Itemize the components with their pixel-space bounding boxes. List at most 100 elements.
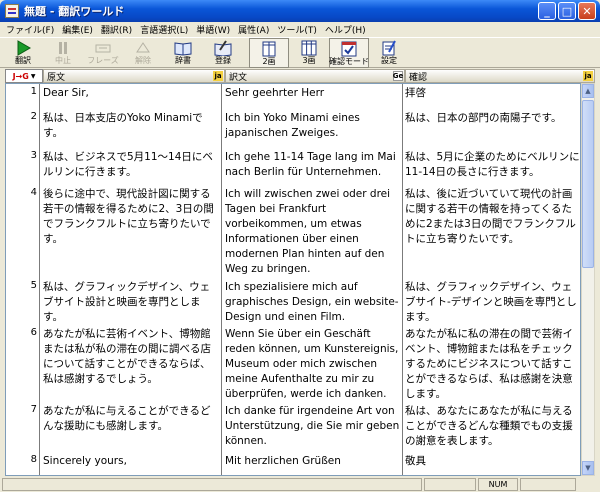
review-cell[interactable]: 私は、後に近づいていて現代の計画に関する若干の情報を持ってくるために2または3日… [405, 187, 580, 247]
target-cell[interactable]: Ich danke für irgendeine Art von Unterst… [225, 404, 401, 449]
review-cell[interactable]: 私は、あなたにあなたが私に与えることができるどんな種類でもの支援の謝意を表します… [405, 404, 580, 449]
review-column-title: 確認 [409, 72, 428, 83]
column-divider [39, 84, 40, 475]
target-cell[interactable]: Wenn Sie über ein Geschäft reden können,… [225, 327, 401, 402]
translation-document[interactable]: 1 Dear Sir, Sehr geehrter Herr 拝啓 2 私は、日… [5, 83, 581, 476]
language-direction-selector[interactable]: J→G ▼ [5, 69, 43, 83]
num-lock-indicator: NUM [478, 477, 518, 491]
phrase-label: フレーズ [87, 56, 119, 65]
register-book-icon [214, 40, 232, 56]
source-cell[interactable]: あなたが私に与えることができるどんな援助にも感謝します。 [43, 404, 219, 434]
menu-bar: ファイル(F) 編集(E) 翻訳(R) 言語選択(L) 単語(W) 属性(A) … [0, 22, 600, 37]
phrase-button[interactable]: フレーズ [83, 38, 123, 68]
target-cell[interactable]: Ich will zwischen zwei oder drei Tagen b… [225, 187, 401, 277]
status-panel [424, 477, 476, 491]
source-cell[interactable]: 私は、グラフィックデザイン、ウェブサイト設計と映画を専門とします。 [43, 280, 219, 325]
source-cell[interactable]: あなたが私に芸術イベント、博物館または私が私の滞在の間に調べる店について話すこと… [43, 327, 219, 387]
confirm-mode-button[interactable]: 確認モード [329, 38, 369, 68]
source-column-title: 原文 [47, 72, 66, 83]
settings-button[interactable]: 設定 [369, 38, 409, 68]
row-number: 3 [30, 150, 37, 161]
target-column-title: 訳文 [229, 72, 248, 83]
row-number: 1 [30, 86, 37, 97]
review-cell[interactable]: 敬具 [405, 454, 580, 469]
menu-attribute[interactable]: 属性(A) [234, 23, 273, 36]
register-label: 登録 [215, 56, 231, 65]
phrase-icon [94, 40, 112, 56]
row-number: 5 [30, 280, 37, 291]
column-headers: J→G ▼ 原文 ja 訳文 Ge 確認 ja [5, 69, 595, 83]
window-title: 無題 - 翻訳ワールド [24, 5, 125, 18]
review-column-header[interactable]: 確認 ja [405, 69, 595, 83]
menu-edit[interactable]: 編集(E) [58, 23, 97, 36]
row-number: 6 [30, 327, 37, 338]
dictionary-label: 辞書 [175, 56, 191, 65]
settings-label: 設定 [381, 56, 397, 65]
register-button[interactable]: 登録 [203, 38, 243, 68]
translate-button[interactable]: 翻訳 [3, 38, 43, 68]
menu-file[interactable]: ファイル(F) [2, 23, 58, 36]
language-direction-label: J→G [12, 71, 29, 81]
source-cell[interactable]: Sincerely yours, [43, 454, 219, 469]
target-cell[interactable]: Sehr geehrter Herr [225, 86, 401, 101]
target-cell[interactable]: Ich gehe 11-14 Tage lang im Mai nach Ber… [225, 150, 401, 180]
review-cell[interactable]: 私は、5月に企業のためにベルリンに11-14日の長さに行きます。 [405, 150, 580, 180]
menu-help[interactable]: ヘルプ(H) [321, 23, 370, 36]
status-message-panel [2, 477, 422, 491]
three-pane-button[interactable]: 3画 [289, 38, 329, 68]
two-pane-label: 2画 [262, 57, 276, 66]
target-cell[interactable]: Mit herzlichen Grüßen [225, 454, 401, 469]
scroll-up-button[interactable]: ▲ [582, 84, 594, 98]
checkbox-icon [340, 41, 358, 57]
two-pane-button[interactable]: 2画 [249, 38, 289, 68]
two-pane-icon [260, 41, 278, 57]
pause-icon [54, 40, 72, 56]
chevron-up-icon: ▲ [585, 87, 591, 95]
three-pane-label: 3画 [302, 56, 316, 65]
review-cell[interactable]: 私は、日本の部門の南陽子です。 [405, 111, 580, 126]
target-column-header[interactable]: 訳文 Ge [225, 69, 405, 83]
maximize-button[interactable]: □ [558, 2, 576, 20]
scroll-down-button[interactable]: ▼ [582, 461, 594, 475]
target-cell[interactable]: Ich spezialisiere mich auf graphisches D… [225, 280, 401, 325]
column-divider [221, 84, 222, 475]
target-cell[interactable]: Ich bin Yoko Minami eines japanischen Zw… [225, 111, 401, 141]
close-button[interactable]: ✕ [578, 2, 596, 20]
minimize-button[interactable]: _ [538, 2, 556, 20]
translate-label: 翻訳 [15, 56, 31, 65]
status-panel [520, 477, 576, 491]
confirm-mode-label: 確認モード [329, 57, 369, 66]
stop-label: 中止 [55, 56, 71, 65]
title-bar[interactable]: 無題 - 翻訳ワールド _ □ ✕ [0, 0, 600, 22]
menu-translate[interactable]: 翻訳(R) [97, 23, 136, 36]
scroll-thumb[interactable] [582, 100, 594, 268]
review-cell[interactable]: 拝啓 [405, 86, 580, 101]
menu-word[interactable]: 単語(W) [192, 23, 234, 36]
row-number: 7 [30, 404, 37, 415]
menu-language[interactable]: 言語選択(L) [136, 23, 192, 36]
minimize-icon: _ [544, 4, 550, 18]
review-language-badge: ja [583, 71, 593, 81]
release-label: 解除 [135, 56, 151, 65]
close-icon: ✕ [582, 4, 592, 18]
dictionary-button[interactable]: 辞書 [163, 38, 203, 68]
source-cell[interactable]: Dear Sir, [43, 86, 219, 101]
source-cell[interactable]: 私は、ビジネスで5月11～14日にベルリンに行きます。 [43, 150, 219, 180]
release-button[interactable]: 解除 [123, 38, 163, 68]
app-icon[interactable] [5, 4, 19, 18]
column-divider [402, 84, 403, 475]
menu-tools[interactable]: ツール(T) [273, 23, 321, 36]
chevron-down-icon: ▼ [585, 464, 591, 472]
vertical-scrollbar[interactable]: ▲ ▼ [581, 83, 595, 476]
review-cell[interactable]: あなたが私に私の滞在の間で芸術イベント、博物館または私をチェックするためにビジネ… [405, 327, 580, 402]
source-language-badge: ja [213, 71, 223, 81]
review-cell[interactable]: 私は、グラフィックデザイン、ウェブサイト-デザインと映画を専門とします。 [405, 280, 580, 325]
status-bar: NUM [0, 476, 600, 492]
source-cell[interactable]: 私は、日本支店のYoko Minamiです。 [43, 111, 219, 141]
stop-button[interactable]: 中止 [43, 38, 83, 68]
row-number: 2 [30, 111, 37, 122]
play-icon [14, 40, 32, 56]
source-cell[interactable]: 後らに途中で、現代設計図に関する若干の情報を得るために2、3日の間でフランクフル… [43, 187, 219, 247]
chevron-down-icon: ▼ [30, 72, 36, 80]
source-column-header[interactable]: 原文 ja [43, 69, 225, 83]
